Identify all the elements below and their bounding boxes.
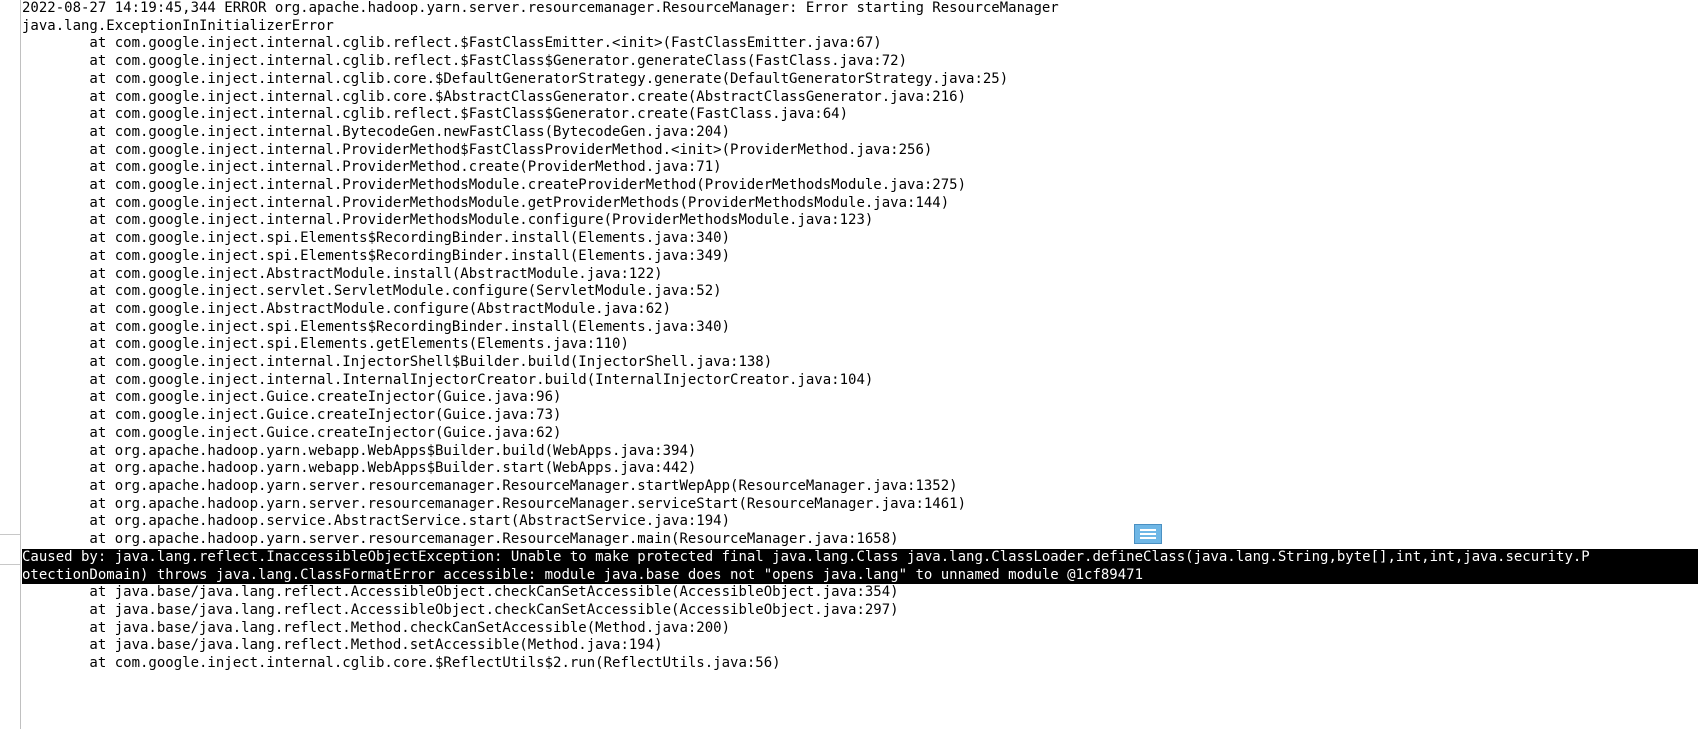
log-line: at com.google.inject.Guice.createInjecto… [22,407,1698,425]
log-line: at com.google.inject.internal.cglib.core… [22,655,1698,673]
log-line: at java.base/java.lang.reflect.Method.ch… [22,620,1698,638]
selection-marker-icon [1134,524,1162,544]
log-line: at java.base/java.lang.reflect.Accessibl… [22,602,1698,620]
highlighted-log-line: Caused by: java.lang.reflect.Inaccessibl… [22,549,1698,567]
gutter-cell-1[interactable] [0,505,20,535]
log-text-area[interactable]: 2022-08-27 14:19:45,344 ERROR org.apache… [22,0,1698,729]
log-line: at org.apache.hadoop.yarn.webapp.WebApps… [22,443,1698,461]
log-line: at com.google.inject.internal.ProviderMe… [22,177,1698,195]
log-line: at com.google.inject.internal.ProviderMe… [22,195,1698,213]
log-line: at org.apache.hadoop.service.AbstractSer… [22,513,1698,531]
log-line: at com.google.inject.AbstractModule.inst… [22,266,1698,284]
log-line: at com.google.inject.internal.cglib.refl… [22,53,1698,71]
log-line: at java.base/java.lang.reflect.Accessibl… [22,584,1698,602]
log-line: at com.google.inject.AbstractModule.conf… [22,301,1698,319]
left-gutter [0,0,21,729]
log-line: at com.google.inject.Guice.createInjecto… [22,425,1698,443]
log-line: at com.google.inject.internal.cglib.refl… [22,106,1698,124]
log-line: at org.apache.hadoop.yarn.server.resourc… [22,478,1698,496]
log-line: at com.google.inject.internal.cglib.refl… [22,35,1698,53]
log-line: at com.google.inject.spi.Elements.getEle… [22,336,1698,354]
log-line: at com.google.inject.spi.Elements$Record… [22,319,1698,337]
log-line: at com.google.inject.internal.ProviderMe… [22,159,1698,177]
log-line: at com.google.inject.internal.InjectorSh… [22,354,1698,372]
gutter-cell-2[interactable] [0,535,20,565]
log-line: at com.google.inject.internal.ProviderMe… [22,212,1698,230]
log-line: at com.google.inject.internal.InternalIn… [22,372,1698,390]
log-line: at org.apache.hadoop.yarn.webapp.WebApps… [22,460,1698,478]
log-line: at com.google.inject.servlet.ServletModu… [22,283,1698,301]
log-line: at com.google.inject.spi.Elements$Record… [22,248,1698,266]
log-line: at java.base/java.lang.reflect.Method.se… [22,637,1698,655]
log-line: at org.apache.hadoop.yarn.server.resourc… [22,531,1698,549]
log-line: at org.apache.hadoop.yarn.server.resourc… [22,496,1698,514]
log-line: at com.google.inject.spi.Elements$Record… [22,230,1698,248]
log-line: at com.google.inject.internal.cglib.core… [22,71,1698,89]
log-line: at com.google.inject.Guice.createInjecto… [22,389,1698,407]
log-line: java.lang.ExceptionInInitializerError [22,18,1698,36]
highlighted-log-line: otectionDomain) throws java.lang.ClassFo… [22,567,1698,585]
log-line: at com.google.inject.internal.cglib.core… [22,89,1698,107]
log-line: at com.google.inject.internal.ProviderMe… [22,142,1698,160]
log-line: at com.google.inject.internal.BytecodeGe… [22,124,1698,142]
log-line: 2022-08-27 14:19:45,344 ERROR org.apache… [22,0,1698,18]
